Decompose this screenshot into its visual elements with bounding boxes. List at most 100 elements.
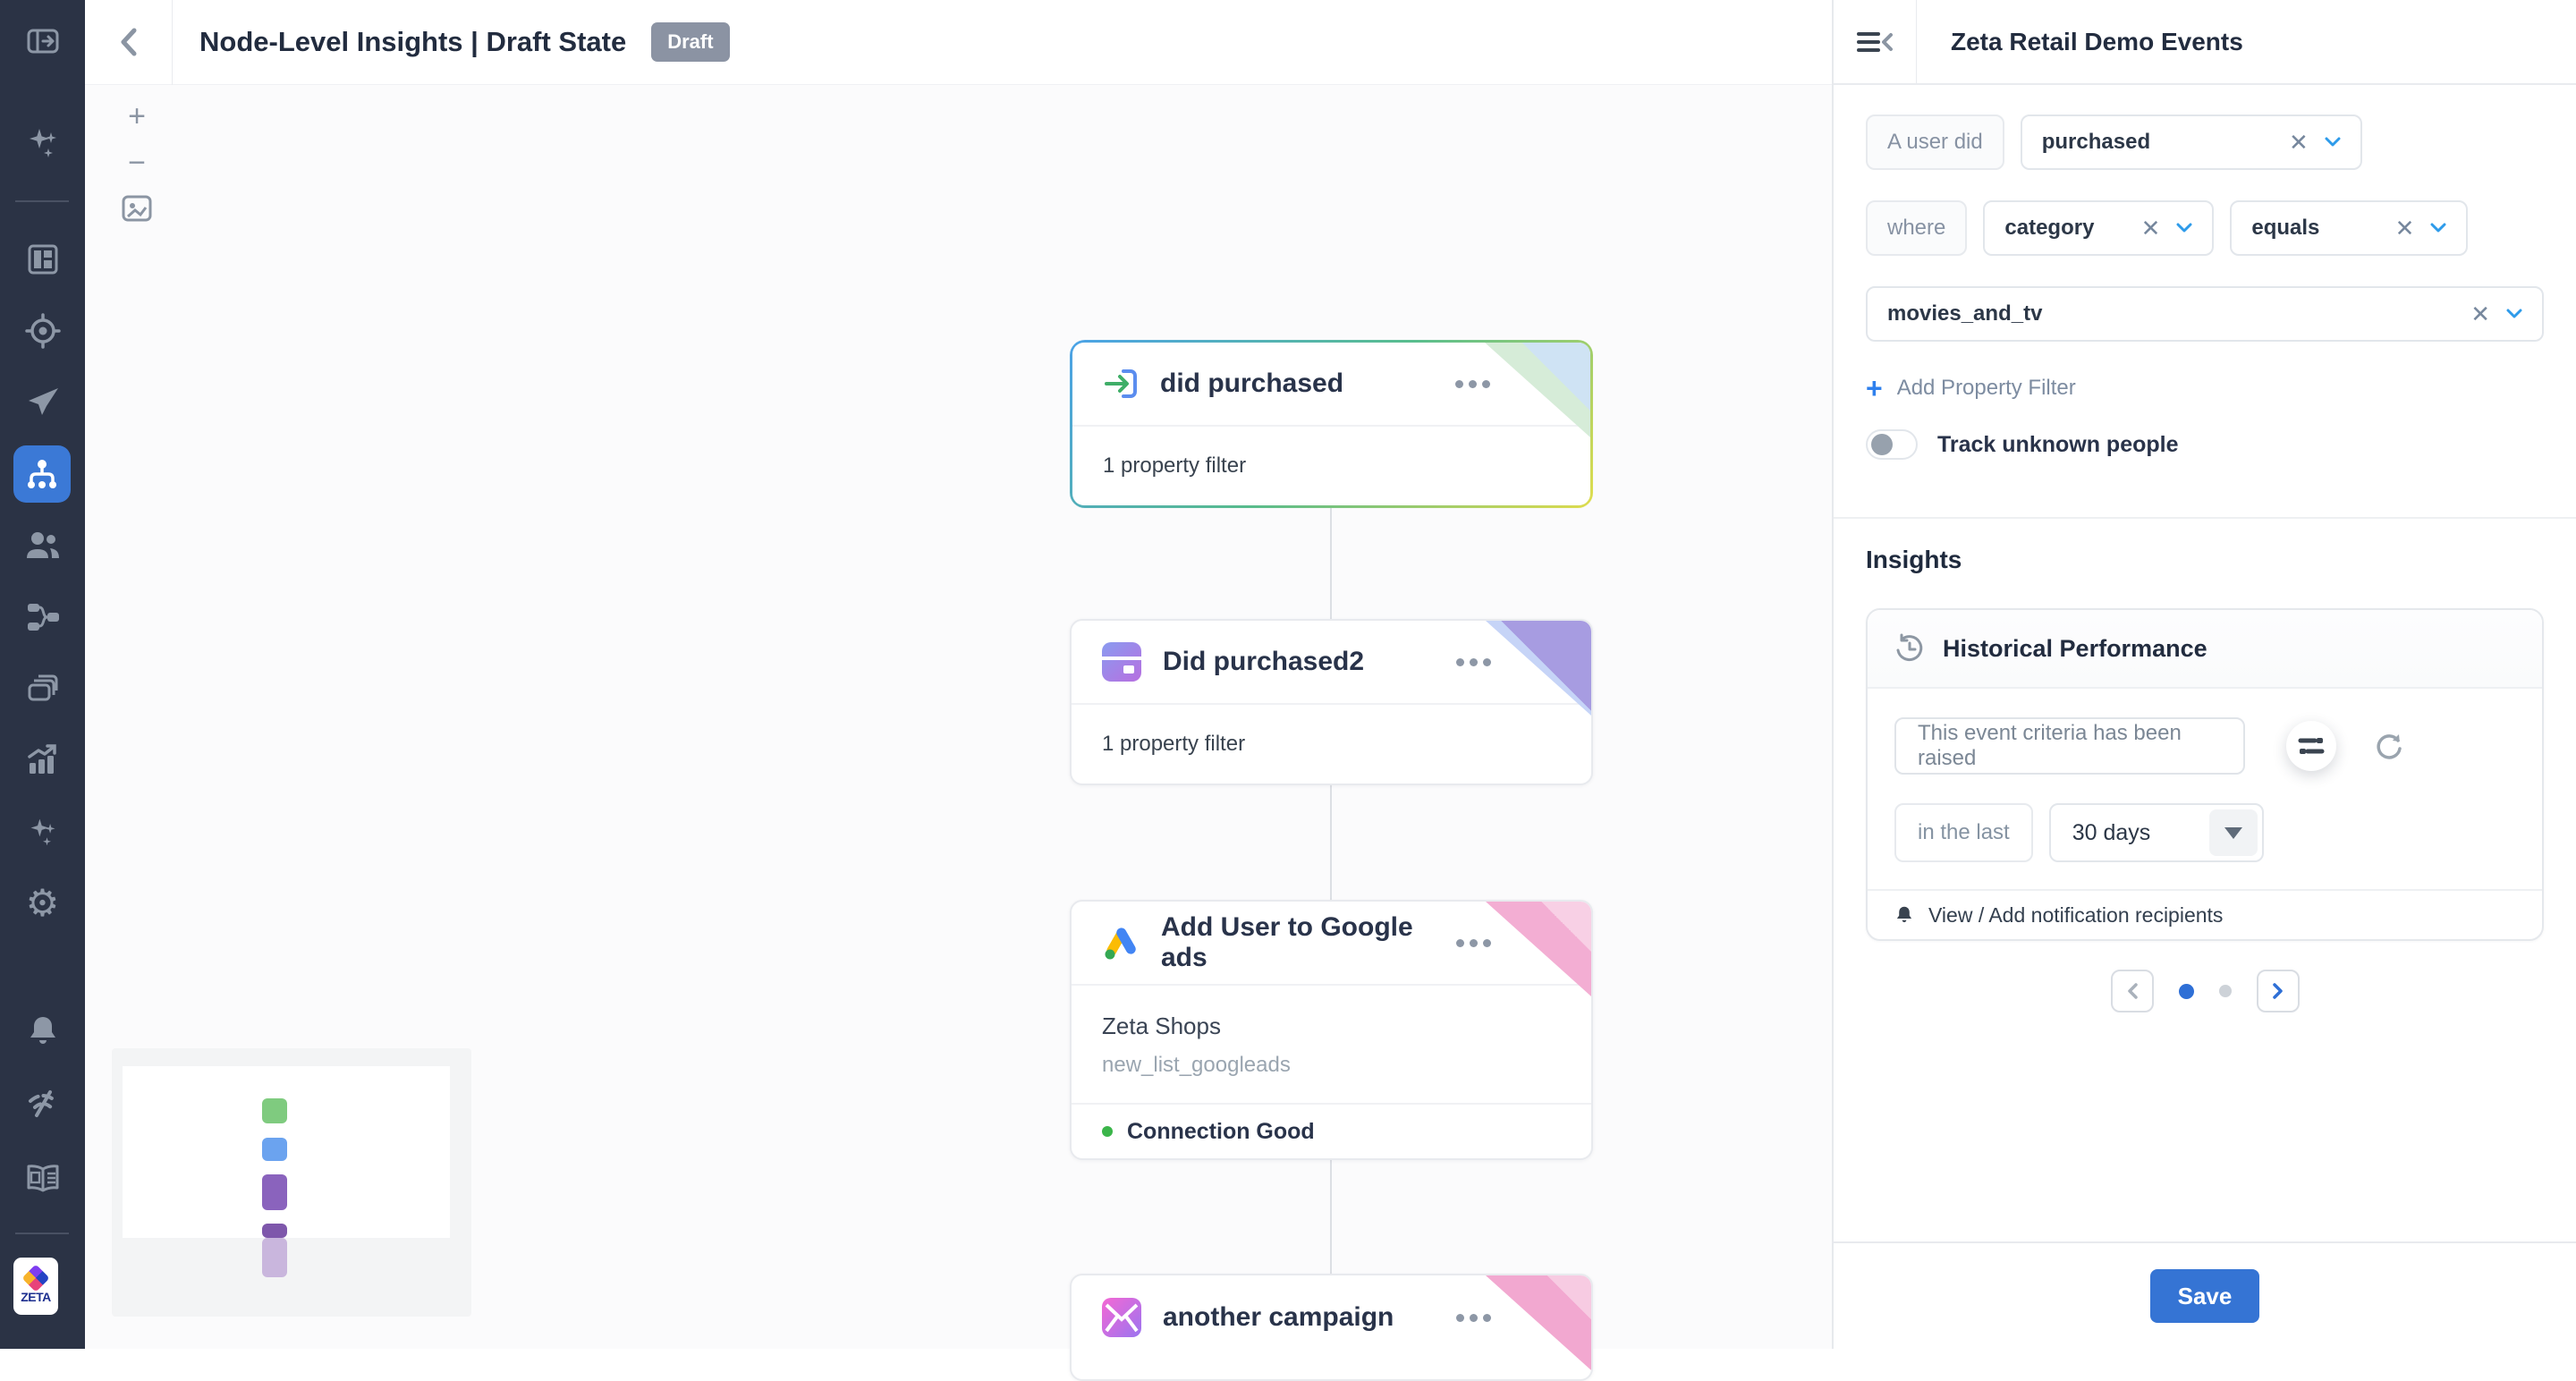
stack-icon[interactable] — [0, 660, 85, 717]
analytics-icon[interactable] — [0, 732, 85, 789]
add-property-filter-label: Add Property Filter — [1897, 376, 2076, 401]
docs-book-icon[interactable] — [0, 1150, 85, 1207]
node-menu-icon[interactable] — [1455, 380, 1490, 388]
where-pill: where — [1866, 200, 1967, 256]
clear-icon[interactable]: ✕ — [2289, 129, 2309, 157]
in-the-last-pill: in the last — [1894, 803, 2033, 862]
dropdown-arrow-button[interactable] — [2209, 809, 2258, 856]
corner-decoration — [1486, 902, 1591, 996]
minimap[interactable] — [112, 1048, 471, 1317]
page-title: Node-Level Insights | Draft State — [199, 26, 626, 58]
chevron-down-icon[interactable] — [2506, 309, 2522, 319]
prev-page-button[interactable] — [2111, 970, 2154, 1012]
panel-title: Zeta Retail Demo Events — [1951, 28, 2243, 56]
node-menu-icon[interactable] — [1456, 658, 1491, 666]
clear-icon[interactable]: ✕ — [2395, 215, 2415, 242]
insights-heading: Insights — [1866, 546, 2544, 574]
triangle-down-icon — [2224, 827, 2242, 839]
node-another-campaign[interactable]: another campaign — [1070, 1274, 1593, 1381]
top-bar: Node-Level Insights | Draft State Draft — [85, 0, 1832, 85]
minimap-node-marker — [262, 1138, 287, 1161]
chevron-left-icon — [2126, 982, 2139, 1000]
save-button[interactable]: Save — [2150, 1269, 2259, 1323]
chevron-down-icon[interactable] — [2430, 223, 2446, 233]
fit-view-button[interactable] — [121, 194, 153, 223]
adjust-filters-button[interactable] — [2286, 721, 2336, 771]
panel-header-divider — [1916, 0, 1917, 84]
clear-icon[interactable]: ✕ — [2141, 215, 2161, 242]
historical-performance-card: Historical Performance This event criter… — [1866, 608, 2544, 941]
refresh-button[interactable] — [2374, 732, 2402, 760]
chevron-down-icon[interactable] — [2176, 223, 2192, 233]
connection-status-text: Connection Good — [1127, 1119, 1315, 1145]
zoom-out-button[interactable]: − — [128, 148, 146, 178]
notifications-bell-icon[interactable] — [0, 1003, 85, 1060]
section-divider — [1834, 517, 2576, 519]
collapse-panel-icon — [1855, 26, 1894, 58]
refresh-icon — [2374, 732, 2402, 760]
node-menu-icon[interactable] — [1456, 939, 1491, 947]
clear-icon[interactable]: ✕ — [2470, 301, 2490, 328]
zeta-logo[interactable]: ZETA — [13, 1258, 58, 1315]
event-prefix-pill: A user did — [1866, 114, 2004, 170]
zeta-diamond-icon — [21, 1264, 49, 1292]
collapse-panel-button[interactable] — [1834, 26, 1916, 58]
dashboard-icon[interactable] — [0, 231, 85, 288]
notification-recipients-row[interactable]: View / Add notification recipients — [1868, 889, 2542, 939]
next-page-button[interactable] — [2257, 970, 2300, 1012]
node-title: did purchased — [1160, 369, 1455, 399]
chevron-left-icon — [118, 25, 140, 59]
settings-gear-icon[interactable]: ⚙ — [0, 875, 85, 932]
target-icon[interactable] — [0, 302, 85, 360]
back-button[interactable] — [85, 0, 172, 85]
sidebar-divider — [15, 200, 69, 202]
sitemap-icon — [24, 456, 60, 492]
sidebar-item-journeys[interactable] — [13, 445, 71, 503]
criteria-box: This event criteria has been raised — [1894, 717, 2245, 775]
track-unknown-toggle[interactable] — [1866, 429, 1918, 460]
notification-recipients-label: View / Add notification recipients — [1928, 903, 2223, 928]
value-select[interactable]: movies_and_tv ✕ — [1866, 286, 2544, 342]
minimap-node-marker — [262, 1098, 287, 1123]
chevron-down-icon[interactable] — [2325, 137, 2341, 148]
journey-canvas[interactable]: + − did purchased 1 property filter Did … — [85, 85, 1832, 1349]
duration-select[interactable]: 30 days — [2049, 803, 2264, 862]
duration-value: 30 days — [2072, 820, 2151, 846]
node-did-purchased2[interactable]: Did purchased2 1 property filter — [1070, 619, 1593, 785]
status-badge: Draft — [651, 22, 729, 62]
people-icon[interactable] — [0, 517, 85, 574]
minimap-node-marker — [262, 1174, 287, 1210]
page-dot[interactable] — [2219, 985, 2232, 997]
event-select-value: purchased — [2042, 130, 2150, 155]
node-subtext: 1 property filter — [1072, 427, 1590, 505]
panel-footer: Save — [1834, 1241, 2576, 1349]
signal-icon[interactable] — [0, 1074, 85, 1131]
operator-select[interactable]: equals ✕ — [2230, 200, 2468, 256]
history-clock-icon — [1894, 633, 1925, 664]
collapse-sidebar-icon[interactable] — [0, 13, 85, 70]
property-select[interactable]: category ✕ — [1983, 200, 2214, 256]
node-menu-icon[interactable] — [1456, 1314, 1491, 1322]
send-icon[interactable] — [0, 374, 85, 431]
panel-header: Zeta Retail Demo Events — [1834, 0, 2576, 85]
event-select[interactable]: purchased ✕ — [2021, 114, 2362, 170]
workflow-icon[interactable] — [0, 589, 85, 646]
event-enter-icon — [1103, 366, 1139, 402]
header-divider — [172, 0, 173, 85]
zeta-logo-text: ZETA — [21, 1290, 51, 1304]
event-config-panel: Zeta Retail Demo Events A user did purch… — [1832, 0, 2576, 1349]
corner-decoration — [1486, 1275, 1591, 1370]
node-title: Add User to Google ads — [1161, 912, 1456, 973]
sparkles-icon[interactable] — [0, 803, 85, 860]
canvas-controls: + − — [110, 101, 164, 223]
sparkles-icon[interactable] — [0, 114, 85, 172]
node-connection-name: Zeta Shops — [1072, 986, 1591, 1040]
minimap-node-marker — [262, 1224, 287, 1238]
zoom-in-button[interactable]: + — [128, 101, 146, 131]
insights-pagination — [1866, 970, 2544, 1012]
add-property-filter-link[interactable]: + Add Property Filter — [1866, 374, 2544, 402]
minimap-node-marker — [262, 1238, 287, 1277]
page-dot-active[interactable] — [2179, 984, 2194, 999]
node-did-purchased[interactable]: did purchased 1 property filter — [1070, 340, 1593, 508]
node-google-ads[interactable]: Add User to Google ads Zeta Shops new_li… — [1070, 900, 1593, 1160]
